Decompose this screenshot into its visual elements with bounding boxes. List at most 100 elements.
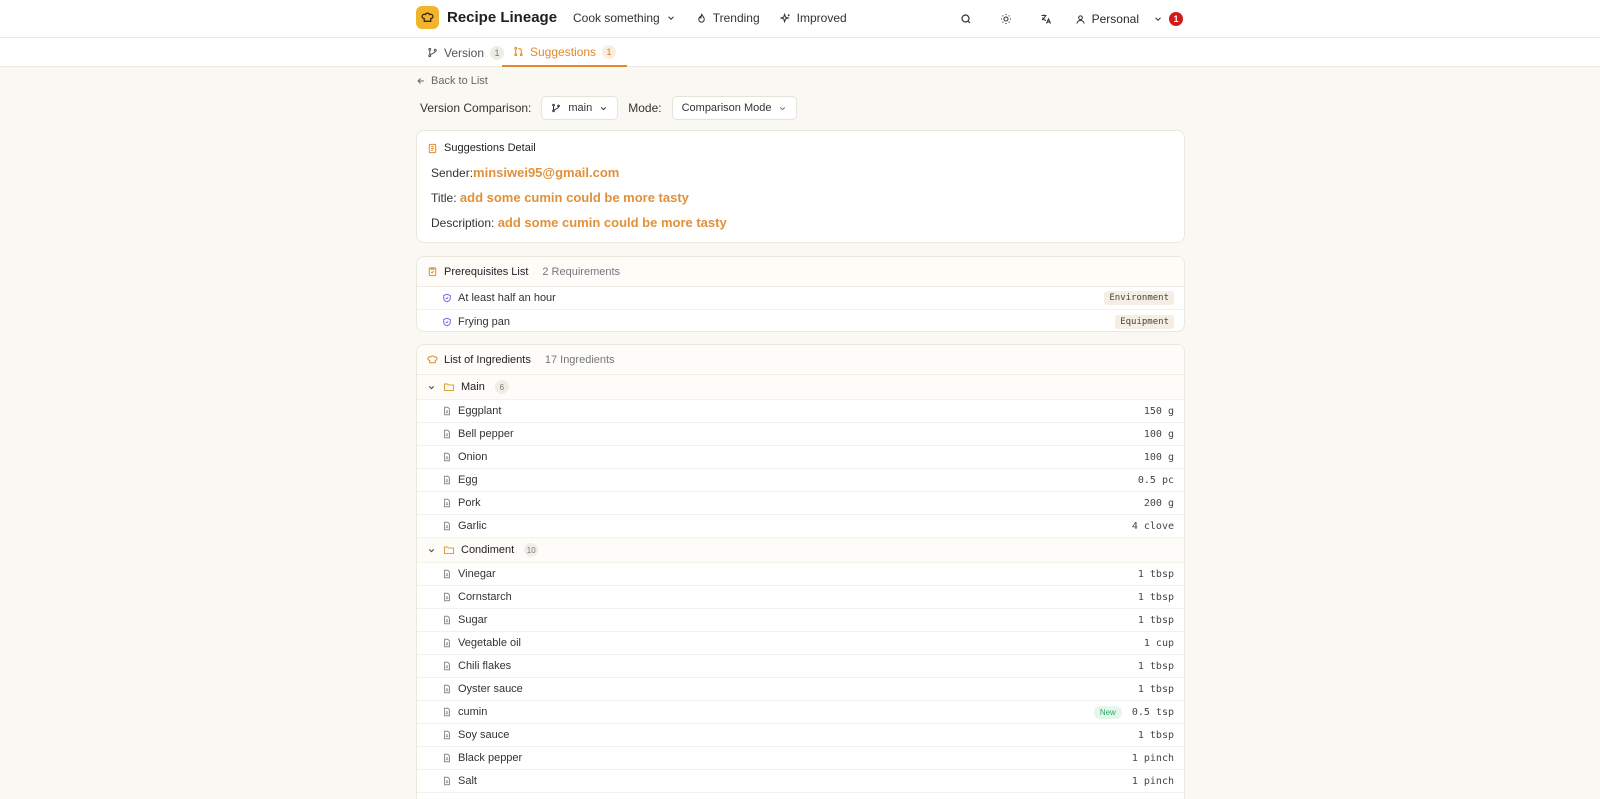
suggestion-detail-card: Suggestions Detail Sender:minsiwei95@gma… — [416, 130, 1185, 243]
file-icon — [444, 776, 450, 786]
ingredient-qty: 0.5 pc — [1137, 474, 1174, 486]
ingredient-name: cumin — [458, 706, 488, 718]
description-label: Description: — [431, 216, 495, 230]
profile-menu[interactable]: Personal 1 — [1075, 12, 1183, 26]
prerequisites-card: Prerequisites List 2 Requirements At lea… — [416, 256, 1185, 332]
ingredient-group-condiment[interactable]: Condiment 10 — [417, 538, 1184, 563]
mode-label: Mode: — [628, 101, 662, 115]
file-icon — [444, 452, 450, 462]
sparkles-icon — [779, 12, 790, 23]
search-button[interactable] — [955, 8, 977, 30]
clipboard-icon — [428, 267, 437, 277]
ingredient-qty: 1 tbsp — [1137, 660, 1174, 672]
language-button[interactable] — [1035, 8, 1057, 30]
theme-toggle-button[interactable] — [995, 8, 1017, 30]
chevron-down-icon — [428, 548, 435, 552]
ingredients-header: List of Ingredients 17 Ingredients — [417, 345, 1184, 375]
tab-suggestions[interactable]: Suggestions 1 — [502, 38, 628, 67]
ingredient-qty: 1 pinch — [1131, 775, 1174, 787]
header-actions: Personal 1 — [955, 8, 1183, 30]
title-line: Title: add some cumin could be more tast… — [431, 190, 1184, 205]
ingredient-row-new: cumin New 0.5 tsp — [417, 701, 1184, 724]
folder-icon — [443, 546, 455, 555]
ingredient-name: Eggplant — [458, 405, 502, 417]
suggestion-detail-title: Suggestions Detail — [444, 142, 536, 154]
ingredient-name: Chili flakes — [458, 660, 512, 672]
ingredient-qty: 1 tbsp — [1137, 568, 1174, 580]
document-icon — [428, 143, 437, 153]
sender-value: minsiwei95@gmail.com — [473, 165, 620, 180]
ingredient-row: Onion 100 g — [417, 446, 1184, 469]
tab-suggestions-label: Suggestions — [530, 44, 597, 59]
nav-cook-label: Cook something — [573, 11, 660, 25]
ingredient-qty: 150 g — [1143, 405, 1174, 417]
mode-select-value: Comparison Mode — [681, 102, 772, 114]
suggestion-detail-header: Suggestions Detail — [417, 131, 1184, 165]
flame-icon — [697, 13, 705, 23]
ingredient-row: Vinegar 1 tbsp — [417, 563, 1184, 586]
ingredient-name: Salt — [458, 775, 477, 787]
ingredient-name: Cornstarch — [458, 591, 512, 603]
git-branch-icon — [552, 103, 561, 113]
back-to-list-link[interactable]: Back to List — [416, 75, 488, 87]
nav-trending-label: Trending — [712, 11, 760, 25]
ingredient-name: Vinegar — [458, 568, 496, 580]
group-name: Condiment — [461, 544, 515, 556]
chevron-down-icon — [428, 385, 435, 389]
ingredient-qty: 0.5 tsp — [1131, 706, 1174, 718]
ingredient-row: Pork 200 g — [417, 492, 1184, 515]
ingredient-qty: 4 clove — [1131, 520, 1174, 532]
group-count: 10 — [524, 543, 539, 557]
translate-icon — [1041, 14, 1051, 24]
top-navbar: Recipe Lineage Cook something Trending I… — [0, 0, 1600, 38]
file-icon — [444, 569, 450, 579]
ingredient-group-main[interactable]: Main 6 — [417, 375, 1184, 400]
ingredient-row: Black pepper 1 pinch — [417, 747, 1184, 770]
title-label: Title: — [431, 191, 457, 205]
ingredients-title: List of Ingredients — [444, 353, 531, 366]
version-select[interactable]: main — [541, 96, 619, 120]
arrow-left-icon — [417, 78, 424, 84]
main-nav: Cook something Trending Improved — [573, 11, 847, 25]
ingredient-name: Garlic — [458, 520, 487, 532]
ingredient-name: Sugar — [458, 614, 488, 626]
ingredient-row: Salt 1 pinch — [417, 770, 1184, 793]
ingredients-count: 17 Ingredients — [544, 353, 615, 366]
ingredient-row: Chili flakes 1 tbsp — [417, 655, 1184, 678]
version-comparison-label: Version Comparison: — [420, 101, 532, 115]
ingredient-row: Eggplant 150 g — [417, 400, 1184, 423]
prerequisite-label: Frying pan — [458, 315, 510, 328]
new-badge: New — [1093, 705, 1122, 719]
back-label: Back to List — [431, 75, 488, 87]
file-icon — [444, 475, 450, 485]
ingredient-qty: 1 tbsp — [1137, 614, 1174, 626]
folder-icon — [443, 383, 455, 392]
file-icon — [444, 592, 450, 602]
ingredient-row: Sugar 1 tbsp — [417, 609, 1184, 632]
ingredient-row: Oyster sauce 1 tbsp — [417, 678, 1184, 701]
mode-select[interactable]: Comparison Mode — [671, 96, 798, 120]
prerequisite-row: At least half an hour Environment — [417, 287, 1184, 310]
file-icon — [444, 498, 450, 508]
nav-improved[interactable]: Improved — [779, 11, 847, 25]
prerequisites-title: Prerequisites List — [444, 265, 529, 278]
ingredient-name: Black pepper — [458, 752, 523, 764]
file-icon — [444, 661, 450, 671]
chef-hat-icon — [427, 355, 438, 364]
tab-version[interactable]: Version 1 — [416, 38, 515, 67]
notification-badge[interactable]: 1 — [1169, 12, 1183, 26]
git-branch-icon — [428, 47, 437, 58]
ingredient-name: Vegetable oil — [458, 637, 521, 649]
file-icon — [444, 684, 450, 694]
nav-trending[interactable]: Trending — [696, 11, 760, 25]
ingredient-name: Bell pepper — [458, 428, 514, 440]
ingredient-qty: 200 g — [1143, 497, 1174, 509]
ingredient-row: Cornstarch 1 tbsp — [417, 586, 1184, 609]
file-icon — [444, 707, 450, 717]
file-icon — [444, 638, 450, 648]
prerequisite-tag: Equipment — [1115, 314, 1174, 329]
brand[interactable]: Recipe Lineage — [416, 6, 557, 29]
nav-cook-something[interactable]: Cook something — [573, 11, 676, 25]
ingredients-card: List of Ingredients 17 Ingredients Main … — [416, 344, 1185, 799]
ingredient-qty: 1 tbsp — [1137, 729, 1174, 741]
